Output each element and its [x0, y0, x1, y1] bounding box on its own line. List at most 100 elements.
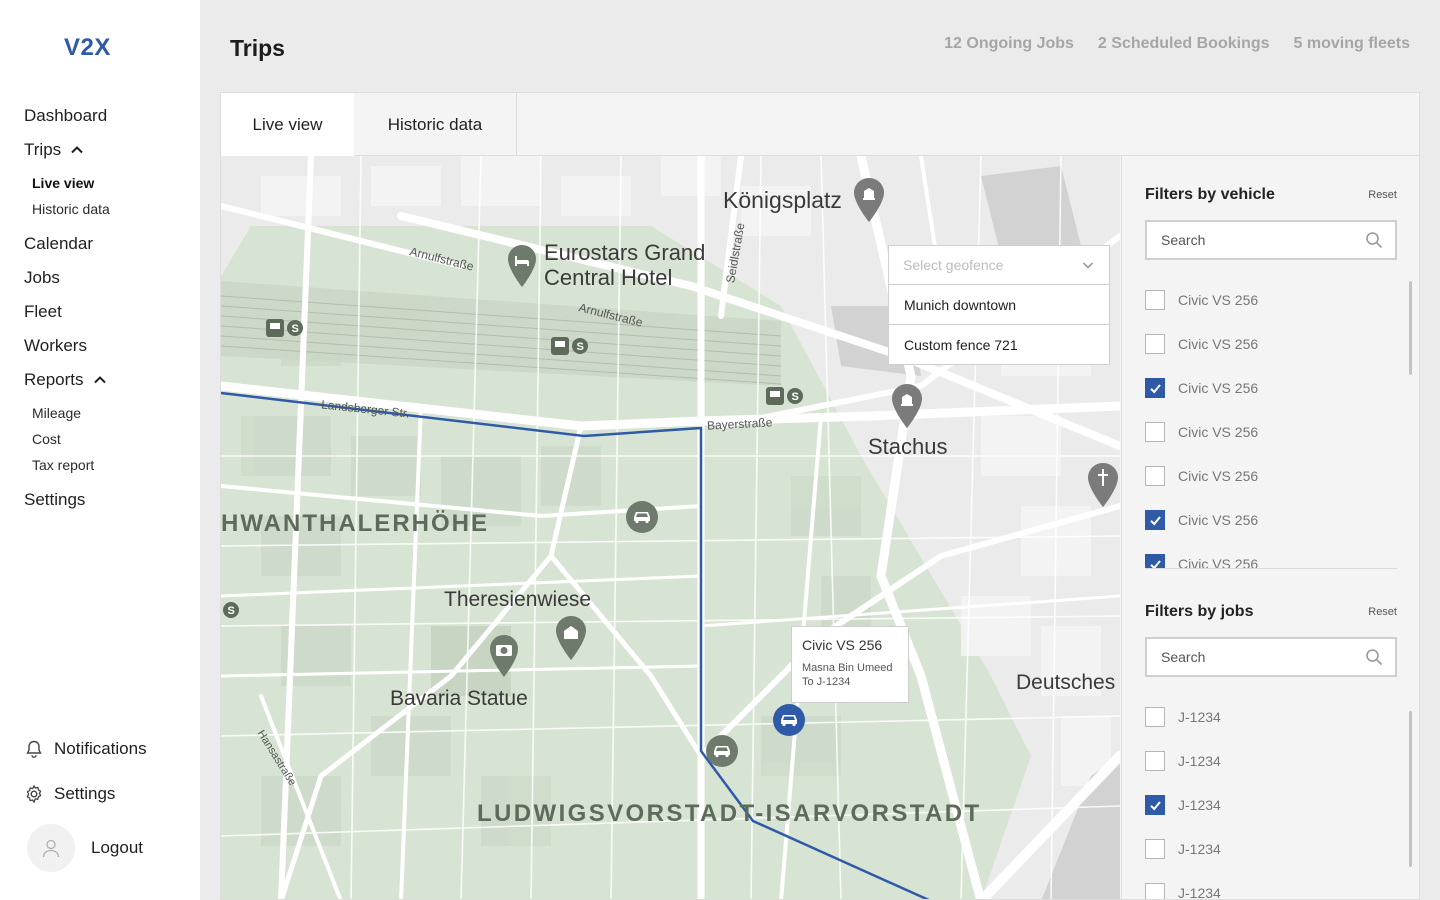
svg-text:S: S — [228, 605, 235, 617]
jobs-filter-item[interactable]: J-1234 — [1145, 827, 1397, 871]
sidebar-item-label: Calendar — [24, 234, 93, 253]
vehicle-filter-item[interactable]: Civic VS 256 — [1145, 366, 1397, 410]
tooltip-destination: To J-1234 — [802, 676, 851, 688]
geofence-select[interactable]: Select geofence — [888, 245, 1110, 285]
vehicle-marker-icon[interactable] — [625, 500, 659, 534]
church-pin-icon[interactable] — [1086, 461, 1120, 509]
logout-button[interactable]: Logout — [27, 824, 143, 872]
sidebar-subitem-tax-report[interactable]: Tax report — [32, 452, 194, 478]
sidebar-item-label: Workers — [24, 336, 87, 355]
checkmark-icon — [1149, 383, 1161, 393]
geofence-dropdown: Select geofence Munich downtown Custom f… — [888, 245, 1110, 365]
checkbox[interactable] — [1145, 334, 1165, 354]
stat-ongoing-jobs[interactable]: 12 Ongoing Jobs — [944, 35, 1074, 53]
vehicle-filter-item[interactable]: Civic VS 256 — [1145, 542, 1397, 568]
vehicle-filter-item[interactable]: Civic VS 256 — [1145, 410, 1397, 454]
sidebar-item-label: Fleet — [24, 302, 62, 321]
checkbox-checked[interactable] — [1145, 795, 1165, 815]
sidebar-item-workers[interactable]: Workers — [24, 334, 194, 358]
jobs-filter-label: J-1234 — [1178, 885, 1221, 900]
header-stats: 12 Ongoing Jobs 2 Scheduled Bookings 5 m… — [944, 35, 1410, 53]
sidebar-subitem-mileage[interactable]: Mileage — [32, 400, 194, 426]
vehicle-filter-item[interactable]: Civic VS 256 — [1145, 278, 1397, 322]
chevron-up-icon — [71, 146, 83, 154]
checkbox[interactable] — [1145, 839, 1165, 859]
checkbox[interactable] — [1145, 466, 1165, 486]
vehicle-filter-label: Civic VS 256 — [1178, 380, 1259, 396]
sidebar-item-jobs[interactable]: Jobs — [24, 266, 194, 290]
sbahn-icon[interactable]: S — [221, 600, 241, 620]
vehicle-list-scrollbar[interactable] — [1409, 281, 1412, 375]
app-logo[interactable]: V2X — [64, 34, 111, 62]
gear-icon — [26, 785, 42, 803]
reports-submenu: Mileage Cost Tax report — [32, 400, 194, 478]
sidebar-item-label: Jobs — [24, 268, 60, 287]
jobs-search-field — [1145, 637, 1397, 677]
jobs-filter-item[interactable]: J-1234 — [1145, 783, 1397, 827]
vehicle-tooltip: Civic VS 256 Masna Bin Umeed To J-1234 — [791, 626, 909, 703]
sidebar-item-reports[interactable]: Reports — [24, 368, 194, 392]
checkbox[interactable] — [1145, 883, 1165, 899]
settings-button[interactable]: Settings — [24, 781, 194, 807]
hotel-pin-icon[interactable] — [506, 243, 538, 289]
sidebar-item-trips[interactable]: Trips — [24, 138, 194, 162]
sidebar-item-fleet[interactable]: Fleet — [24, 300, 194, 324]
sidebar-bottom: Notifications Settings — [24, 736, 194, 826]
vehicle-filter-item[interactable]: Civic VS 256 — [1145, 498, 1397, 542]
checkbox[interactable] — [1145, 290, 1165, 310]
tab-live-view[interactable]: Live view — [221, 93, 354, 156]
train-station-icon[interactable]: S — [765, 386, 805, 406]
vehicle-filter-item[interactable]: Civic VS 256 — [1145, 322, 1397, 366]
monument-pin-icon[interactable] — [554, 614, 588, 662]
stat-scheduled-bookings[interactable]: 2 Scheduled Bookings — [1098, 35, 1270, 53]
vehicle-filter-title: Filters by vehicle — [1145, 186, 1275, 203]
jobs-filter-reset-button[interactable]: Reset — [1368, 606, 1397, 618]
filters-divider — [1145, 568, 1397, 569]
vehicle-search-field — [1145, 220, 1397, 260]
checkbox-checked[interactable] — [1145, 378, 1165, 398]
jobs-filter-item[interactable]: J-1234 — [1145, 871, 1397, 900]
tab-bar: Live view Historic data — [221, 93, 1419, 156]
checkbox[interactable] — [1145, 707, 1165, 727]
train-station-icon[interactable]: S — [550, 336, 590, 356]
search-icon[interactable] — [1365, 231, 1383, 249]
checkmark-icon — [1149, 559, 1161, 568]
geofence-option-munich-downtown[interactable]: Munich downtown — [888, 285, 1110, 325]
sidebar-item-calendar[interactable]: Calendar — [24, 232, 194, 256]
vehicle-filter-header: Filters by vehicle Reset — [1145, 186, 1397, 204]
vehicle-filter-reset-button[interactable]: Reset — [1368, 189, 1397, 201]
sidebar-item-label: Trips — [24, 140, 62, 159]
tab-historic-data[interactable]: Historic data — [354, 93, 517, 156]
vehicle-filter-item[interactable]: Civic VS 256 — [1145, 454, 1397, 498]
museum-pin-icon[interactable] — [890, 382, 924, 430]
checkbox-checked[interactable] — [1145, 554, 1165, 568]
search-icon[interactable] — [1365, 648, 1383, 666]
jobs-list-scrollbar[interactable] — [1409, 711, 1412, 867]
jobs-filter-item[interactable]: J-1234 — [1145, 695, 1397, 739]
jobs-filter-item[interactable]: J-1234 — [1145, 739, 1397, 783]
notifications-button[interactable]: Notifications — [24, 736, 194, 762]
camera-pin-icon[interactable] — [488, 633, 520, 679]
chevron-up-icon — [93, 376, 106, 384]
checkbox[interactable] — [1145, 751, 1165, 771]
sidebar-item-dashboard[interactable]: Dashboard — [24, 104, 194, 128]
checkbox-checked[interactable] — [1145, 510, 1165, 530]
sidebar-subitem-historic-data[interactable]: Historic data — [32, 196, 194, 222]
filters-panel: Filters by vehicle Reset Civic VS 256 Ci… — [1121, 156, 1419, 900]
avatar — [27, 824, 75, 872]
checkbox[interactable] — [1145, 422, 1165, 442]
train-station-icon[interactable]: S — [265, 318, 305, 338]
vehicle-search-input[interactable] — [1161, 232, 1351, 248]
sidebar-subitem-cost[interactable]: Cost — [32, 426, 194, 452]
map-label-stachus: Stachus — [868, 434, 948, 459]
vehicle-marker-icon[interactable] — [705, 734, 739, 768]
sidebar-subitem-live-view[interactable]: Live view — [32, 170, 194, 196]
geofence-option-custom-fence[interactable]: Custom fence 721 — [888, 325, 1110, 365]
sidebar-item-settings[interactable]: Settings — [24, 488, 194, 512]
map-view[interactable]: Königsplatz Eurostars Grand Central Hote… — [221, 156, 1120, 899]
stat-moving-fleets[interactable]: 5 moving fleets — [1294, 35, 1410, 53]
checkmark-icon — [1149, 800, 1161, 810]
museum-pin-icon[interactable] — [852, 176, 886, 224]
jobs-search-input[interactable] — [1161, 649, 1351, 665]
vehicle-marker-active-icon[interactable] — [772, 703, 806, 737]
